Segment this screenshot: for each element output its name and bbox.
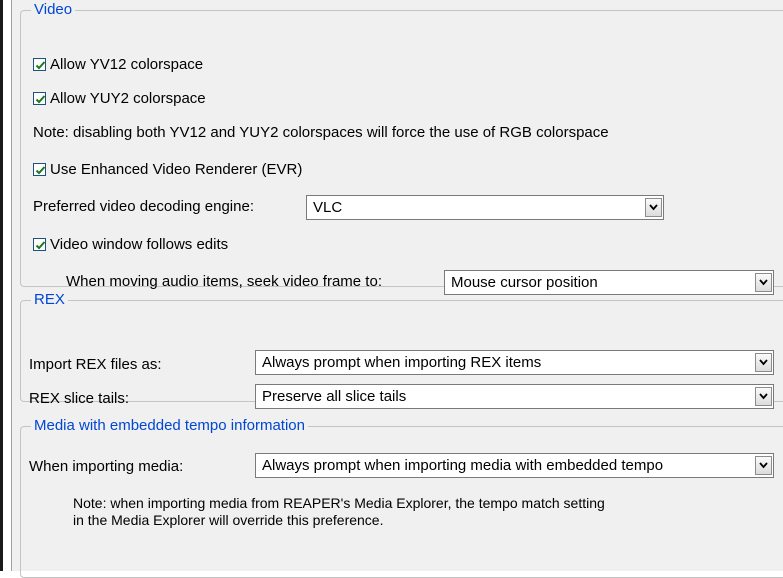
rex-import-label: Import REX files as: (29, 356, 162, 373)
allow-yv12-checkbox[interactable] (33, 58, 46, 71)
allow-yuy2-checkbox[interactable] (33, 92, 46, 105)
rex-slice-tails-value: Preserve all slice tails (262, 388, 407, 405)
decoding-engine-select[interactable]: VLC (306, 195, 664, 220)
seek-select[interactable]: Mouse cursor position (444, 270, 774, 295)
use-evr-checkbox[interactable] (33, 163, 46, 176)
allow-yv12-label: Allow YV12 colorspace (50, 56, 204, 73)
follows-edits-label: Video window follows edits (50, 236, 229, 253)
when-importing-select[interactable]: Always prompt when importing media with … (255, 453, 774, 478)
decoding-engine-label: Preferred video decoding engine: (33, 198, 254, 215)
rex-slice-tails-select[interactable]: Preserve all slice tails (255, 384, 774, 409)
preferences-panel: Video Allow YV12 colorspace Allow YUY2 c… (11, 0, 783, 578)
allow-yuy2-label: Allow YUY2 colorspace (50, 90, 206, 107)
chevron-down-icon[interactable] (645, 198, 662, 217)
when-importing-value: Always prompt when importing media with … (262, 457, 664, 474)
seek-label: When moving audio items, seek video fram… (66, 273, 382, 290)
rex-slice-tails-label: REX slice tails: (29, 390, 130, 407)
tempo-group-title: Media with embedded tempo information (31, 417, 308, 435)
use-evr-label: Use Enhanced Video Renderer (EVR) (50, 161, 303, 178)
video-group: Video Allow YV12 colorspace Allow YUY2 c… (20, 1, 783, 295)
rex-group-title: REX (31, 291, 68, 309)
decoding-engine-value: VLC (313, 199, 343, 216)
chevron-down-icon[interactable] (755, 353, 772, 372)
chevron-down-icon[interactable] (755, 456, 772, 475)
video-group-title: Video (31, 1, 76, 19)
chevron-down-icon[interactable] (755, 387, 772, 406)
follows-edits-checkbox[interactable] (33, 238, 46, 251)
rex-group: REX Import REX files as: Always prompt w… (20, 291, 783, 409)
tempo-group: Media with embedded tempo information Wh… (20, 417, 783, 578)
tempo-note-line1: Note: when importing media from REAPER's… (73, 495, 605, 511)
colorspace-note: Note: disabling both YV12 and YUY2 color… (33, 124, 609, 141)
when-importing-label: When importing media: (29, 458, 184, 475)
window-left-border (0, 0, 3, 571)
rex-import-value: Always prompt when importing REX items (262, 354, 542, 371)
tempo-note-line2: in the Media Explorer will override this… (73, 512, 384, 528)
rex-import-select[interactable]: Always prompt when importing REX items (255, 350, 774, 375)
seek-value: Mouse cursor position (451, 274, 598, 291)
chevron-down-icon[interactable] (755, 273, 772, 292)
